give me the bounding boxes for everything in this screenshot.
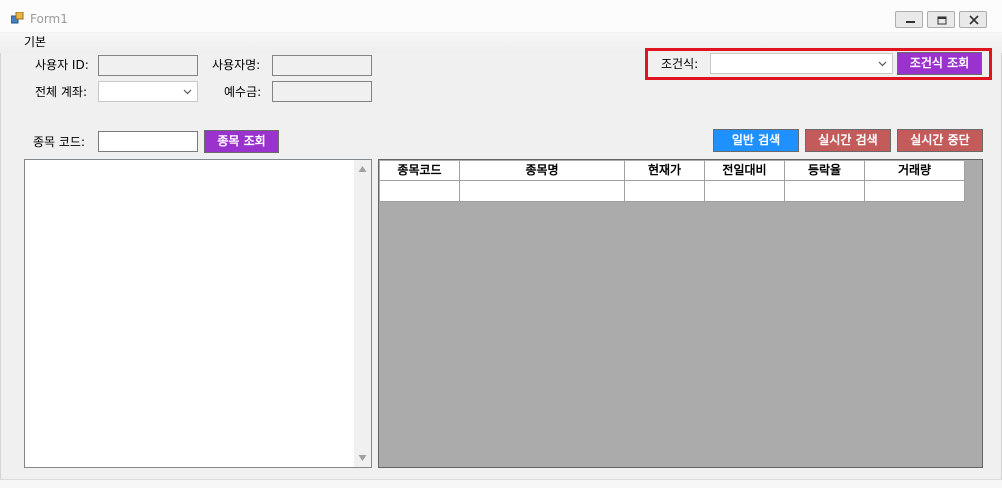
realtime-search-button[interactable]: 실시간 검색 <box>805 129 891 152</box>
grid-cell[interactable] <box>625 181 705 202</box>
column-header-change[interactable]: 전일대비 <box>705 161 785 181</box>
grid-cell[interactable] <box>380 181 460 202</box>
maximize-button[interactable] <box>927 11 955 28</box>
stock-search-button[interactable]: 종목 조회 <box>204 130 279 153</box>
condition-label: 조건식: <box>661 57 699 71</box>
column-header-stock-code[interactable]: 종목코드 <box>380 161 460 181</box>
scroll-down-icon[interactable] <box>358 454 367 462</box>
user-name-field[interactable] <box>272 55 372 76</box>
user-name-label: 사용자명: <box>212 58 261 72</box>
window-title: Form1 <box>30 12 68 26</box>
account-label: 전체 계좌: <box>35 85 88 99</box>
chevron-down-icon <box>878 61 887 67</box>
deposit-field[interactable] <box>272 81 372 102</box>
grid-cell[interactable] <box>705 181 785 202</box>
column-header-volume[interactable]: 거래량 <box>865 161 965 181</box>
close-button[interactable] <box>959 11 987 28</box>
deposit-label: 예수금: <box>224 85 262 99</box>
normal-search-button[interactable]: 일반 검색 <box>713 129 799 152</box>
condition-select[interactable] <box>710 53 893 74</box>
user-id-field[interactable] <box>98 55 198 76</box>
title-bar[interactable] <box>0 0 1002 33</box>
column-header-stock-name[interactable]: 종목명 <box>460 161 625 181</box>
stock-code-input[interactable] <box>98 131 198 152</box>
scroll-up-icon[interactable] <box>358 165 367 173</box>
user-id-label: 사용자 ID: <box>35 58 89 72</box>
vertical-scrollbar[interactable] <box>354 160 371 467</box>
grid-cell[interactable] <box>785 181 865 202</box>
restore-icon <box>937 16 947 25</box>
stock-data-grid[interactable]: 종목코드 종목명 현재가 전일대비 등락율 거래량 <box>378 159 983 468</box>
minimize-icon <box>906 21 915 23</box>
chevron-down-icon <box>183 89 192 95</box>
account-select[interactable] <box>98 81 198 102</box>
stock-code-label: 종목 코드: <box>33 135 86 149</box>
column-header-current-price[interactable]: 현재가 <box>625 161 705 181</box>
condition-search-button[interactable]: 조건식 조회 <box>897 52 982 75</box>
close-icon <box>969 15 979 25</box>
realtime-stop-button[interactable]: 실시간 중단 <box>897 129 983 152</box>
window-bottom-border <box>0 479 1002 488</box>
column-header-change-rate[interactable]: 등락율 <box>785 161 865 181</box>
app-icon <box>11 12 24 24</box>
result-listbox[interactable] <box>24 159 372 468</box>
grid-cell[interactable] <box>865 181 965 202</box>
minimize-button[interactable] <box>895 11 923 28</box>
menu-item-basic[interactable]: 기본 <box>24 35 46 49</box>
grid-cell[interactable] <box>460 181 625 202</box>
